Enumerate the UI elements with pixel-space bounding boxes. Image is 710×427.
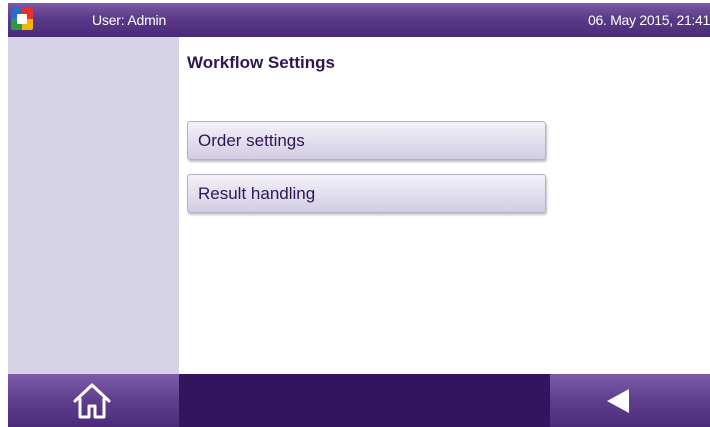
app-screen: User: Admin 06. May 2015, 21:41 Workflow… <box>8 0 710 427</box>
sidebar <box>8 37 179 374</box>
user-label: User: Admin <box>92 12 167 28</box>
top-bar: User: Admin 06. May 2015, 21:41 <box>8 3 710 37</box>
back-arrow-icon <box>607 389 629 413</box>
home-button[interactable] <box>8 374 179 427</box>
back-button[interactable] <box>550 374 710 427</box>
result-handling-label: Result handling <box>198 184 316 203</box>
datetime-label: 06. May 2015, 21:41 <box>588 12 710 28</box>
order-settings-label: Order settings <box>198 131 305 150</box>
app-logo <box>11 8 33 30</box>
order-settings-button[interactable]: Order settings <box>187 121 546 160</box>
bottom-bar <box>8 374 710 427</box>
home-icon <box>73 383 111 419</box>
page-title: Workflow Settings <box>187 53 335 72</box>
result-handling-button[interactable]: Result handling <box>187 174 546 213</box>
